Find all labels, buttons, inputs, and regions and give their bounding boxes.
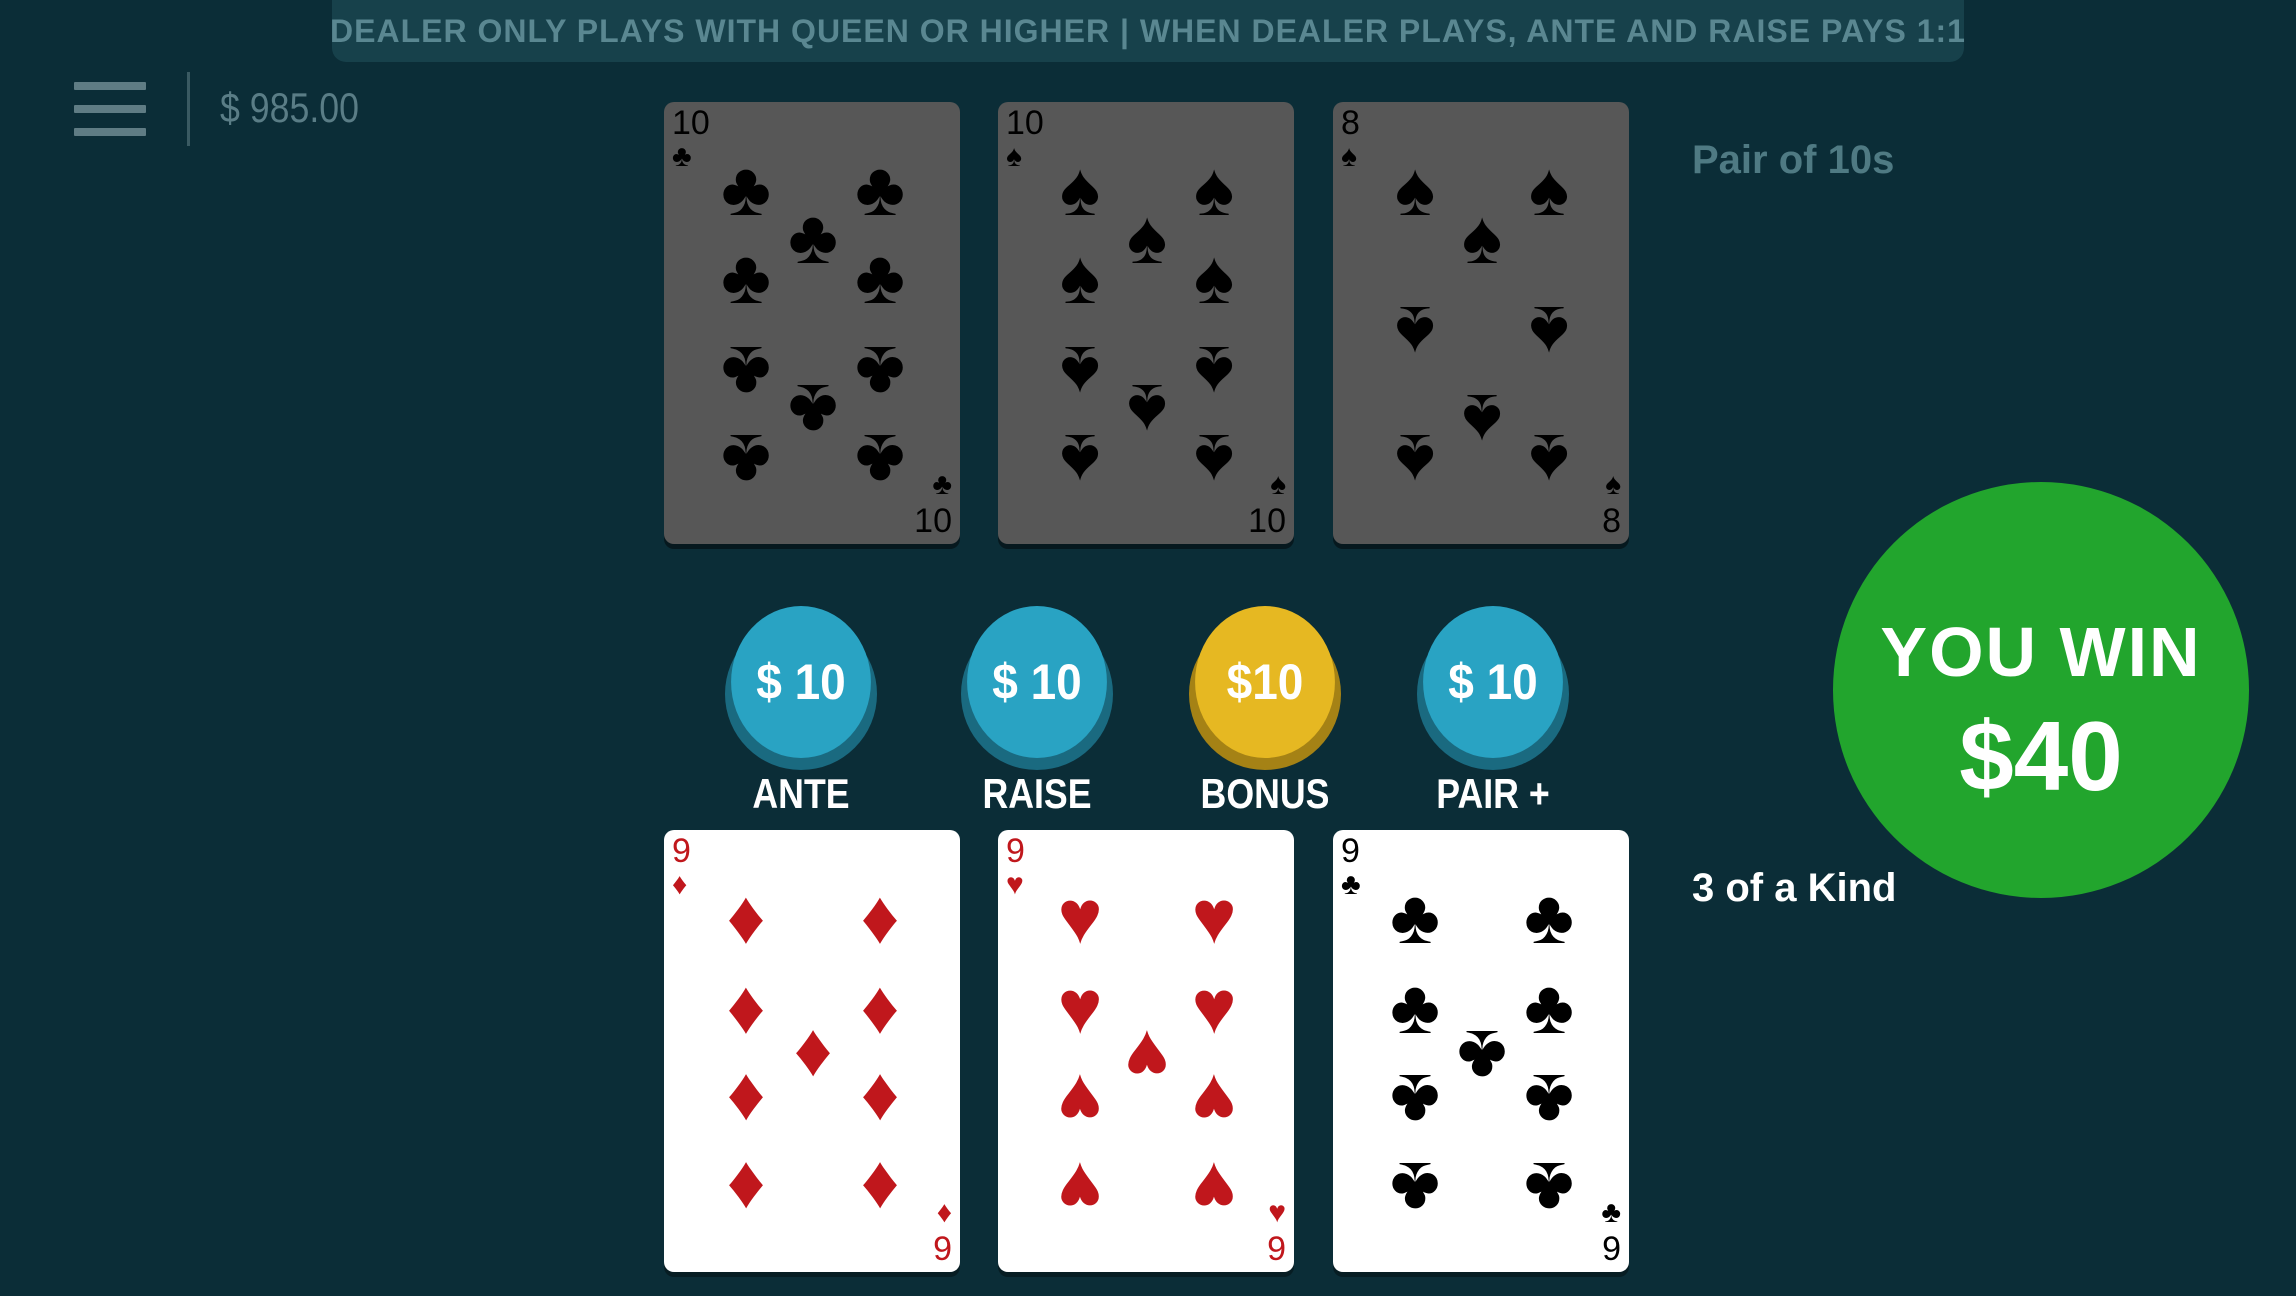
card-suit: ♥ bbox=[1006, 868, 1024, 901]
pair-plus-label: PAIR + bbox=[1436, 770, 1550, 817]
card-rank: 8 bbox=[1602, 502, 1621, 540]
suit-pip: ♣ bbox=[1524, 875, 1574, 960]
card-suit: ♣ bbox=[932, 468, 952, 501]
suit-pip: ♦ bbox=[860, 1146, 900, 1231]
suit-pip: ♠ bbox=[1394, 290, 1436, 375]
suit-pip: ♣ bbox=[1524, 1146, 1574, 1231]
pair-plus-chip[interactable]: $ 10 bbox=[1417, 606, 1569, 774]
player-card-2: 9 ♥ ♥ ♥ ♥ ♥ ♥ ♥ ♥ ♥ ♥ ♥ 9 bbox=[998, 830, 1294, 1272]
card-rank: 10 bbox=[914, 502, 952, 540]
card-rank: 8 bbox=[1341, 104, 1360, 142]
card-suit: ♠ bbox=[1006, 140, 1022, 173]
win-title: YOU WIN bbox=[1880, 613, 2202, 691]
card-suit: ♠ bbox=[1341, 140, 1357, 173]
card-rank: 10 bbox=[672, 104, 710, 142]
chip-amount: $ 10 bbox=[1423, 606, 1563, 758]
suit-pip: ♥ bbox=[1057, 875, 1103, 960]
suit-pip: ♠ bbox=[1059, 235, 1101, 320]
bonus-chip[interactable]: $10 bbox=[1189, 606, 1341, 774]
suit-pip: ♠ bbox=[1528, 418, 1570, 503]
suit-pip: ♠ bbox=[1193, 418, 1235, 503]
suit-pip: ♥ bbox=[1057, 1058, 1103, 1143]
hamburger-menu-icon[interactable] bbox=[74, 82, 146, 136]
suit-pip: ♥ bbox=[1057, 1146, 1103, 1231]
bonus-label: BONUS bbox=[1200, 770, 1330, 817]
card-suit: ♣ bbox=[1601, 1196, 1621, 1229]
suit-pip: ♥ bbox=[1191, 1058, 1237, 1143]
suit-pip: ♠ bbox=[1528, 290, 1570, 375]
suit-pip: ♣ bbox=[1524, 1058, 1574, 1143]
suit-pip: ♣ bbox=[1390, 875, 1440, 960]
card-rank: 10 bbox=[1248, 502, 1286, 540]
player-card-1: 9 ♦ ♦ ♦ ♦ ♦ ♦ ♦ ♦ ♦ ♦ ♦ 9 bbox=[664, 830, 960, 1272]
card-rank: 9 bbox=[1341, 832, 1360, 870]
chip-amount: $ 10 bbox=[967, 606, 1107, 758]
suit-pip: ♠ bbox=[1193, 235, 1235, 320]
suit-pip: ♠ bbox=[1461, 195, 1503, 280]
card-rank: 10 bbox=[1006, 104, 1044, 142]
suit-pip: ♥ bbox=[1191, 875, 1237, 960]
balance-display: $ 985.00 bbox=[220, 84, 359, 131]
card-rank: 9 bbox=[672, 832, 691, 870]
suit-pip: ♠ bbox=[1394, 418, 1436, 503]
suit-pip: ♠ bbox=[1059, 418, 1101, 503]
suit-pip: ♣ bbox=[855, 418, 905, 503]
card-suit: ♥ bbox=[1268, 1196, 1286, 1229]
suit-pip: ♣ bbox=[721, 235, 771, 320]
ante-chip[interactable]: $ 10 bbox=[725, 606, 877, 774]
raise-label: RAISE bbox=[982, 770, 1092, 817]
dealer-card-3: 8 ♠ ♠ ♠ ♠ ♠ ♠ ♠ ♠ ♠ ♠ 8 bbox=[1333, 102, 1629, 544]
suit-pip: ♣ bbox=[1390, 1058, 1440, 1143]
dealer-card-1: 10 ♣ ♣ ♣ ♣ ♣ ♣ ♣ ♣ ♣ ♣ ♣ ♣ 10 bbox=[664, 102, 960, 544]
suit-pip: ♦ bbox=[726, 875, 766, 960]
dealer-card-2: 10 ♠ ♠ ♠ ♠ ♠ ♠ ♠ ♠ ♠ ♠ ♠ ♠ 10 bbox=[998, 102, 1294, 544]
rules-banner: DEALER ONLY PLAYS WITH QUEEN OR HIGHER |… bbox=[330, 0, 1965, 62]
card-suit: ♦ bbox=[672, 868, 688, 901]
suit-pip: ♦ bbox=[726, 1058, 766, 1143]
chip-amount: $10 bbox=[1195, 606, 1335, 758]
chip-amount: $ 10 bbox=[731, 606, 871, 758]
suit-pip: ♦ bbox=[860, 1058, 900, 1143]
suit-pip: ♦ bbox=[860, 875, 900, 960]
card-rank: 9 bbox=[933, 1230, 952, 1268]
suit-pip: ♣ bbox=[721, 418, 771, 503]
dealer-hand-label: Pair of 10s bbox=[1692, 138, 1895, 182]
card-suit: ♣ bbox=[1341, 868, 1361, 901]
ante-label: ANTE bbox=[752, 770, 850, 817]
suit-pip: ♥ bbox=[1191, 1146, 1237, 1231]
card-rank: 9 bbox=[1267, 1230, 1286, 1268]
player-card-3: 9 ♣ ♣ ♣ ♣ ♣ ♣ ♣ ♣ ♣ ♣ ♣ 9 bbox=[1333, 830, 1629, 1272]
win-badge: YOU WIN $40 bbox=[1833, 482, 2249, 898]
player-hand-label: 3 of a Kind bbox=[1692, 866, 1897, 910]
suit-pip: ♣ bbox=[1390, 1146, 1440, 1231]
suit-pip: ♣ bbox=[855, 235, 905, 320]
card-suit: ♠ bbox=[1605, 468, 1621, 501]
suit-pip: ♦ bbox=[726, 1146, 766, 1231]
card-suit: ♠ bbox=[1270, 468, 1286, 501]
card-suit: ♣ bbox=[672, 140, 692, 173]
header-divider bbox=[187, 72, 190, 146]
win-amount: $40 bbox=[1959, 701, 2123, 811]
card-rank: 9 bbox=[1006, 832, 1025, 870]
card-suit: ♦ bbox=[936, 1196, 952, 1229]
raise-chip[interactable]: $ 10 bbox=[961, 606, 1113, 774]
card-rank: 9 bbox=[1602, 1230, 1621, 1268]
